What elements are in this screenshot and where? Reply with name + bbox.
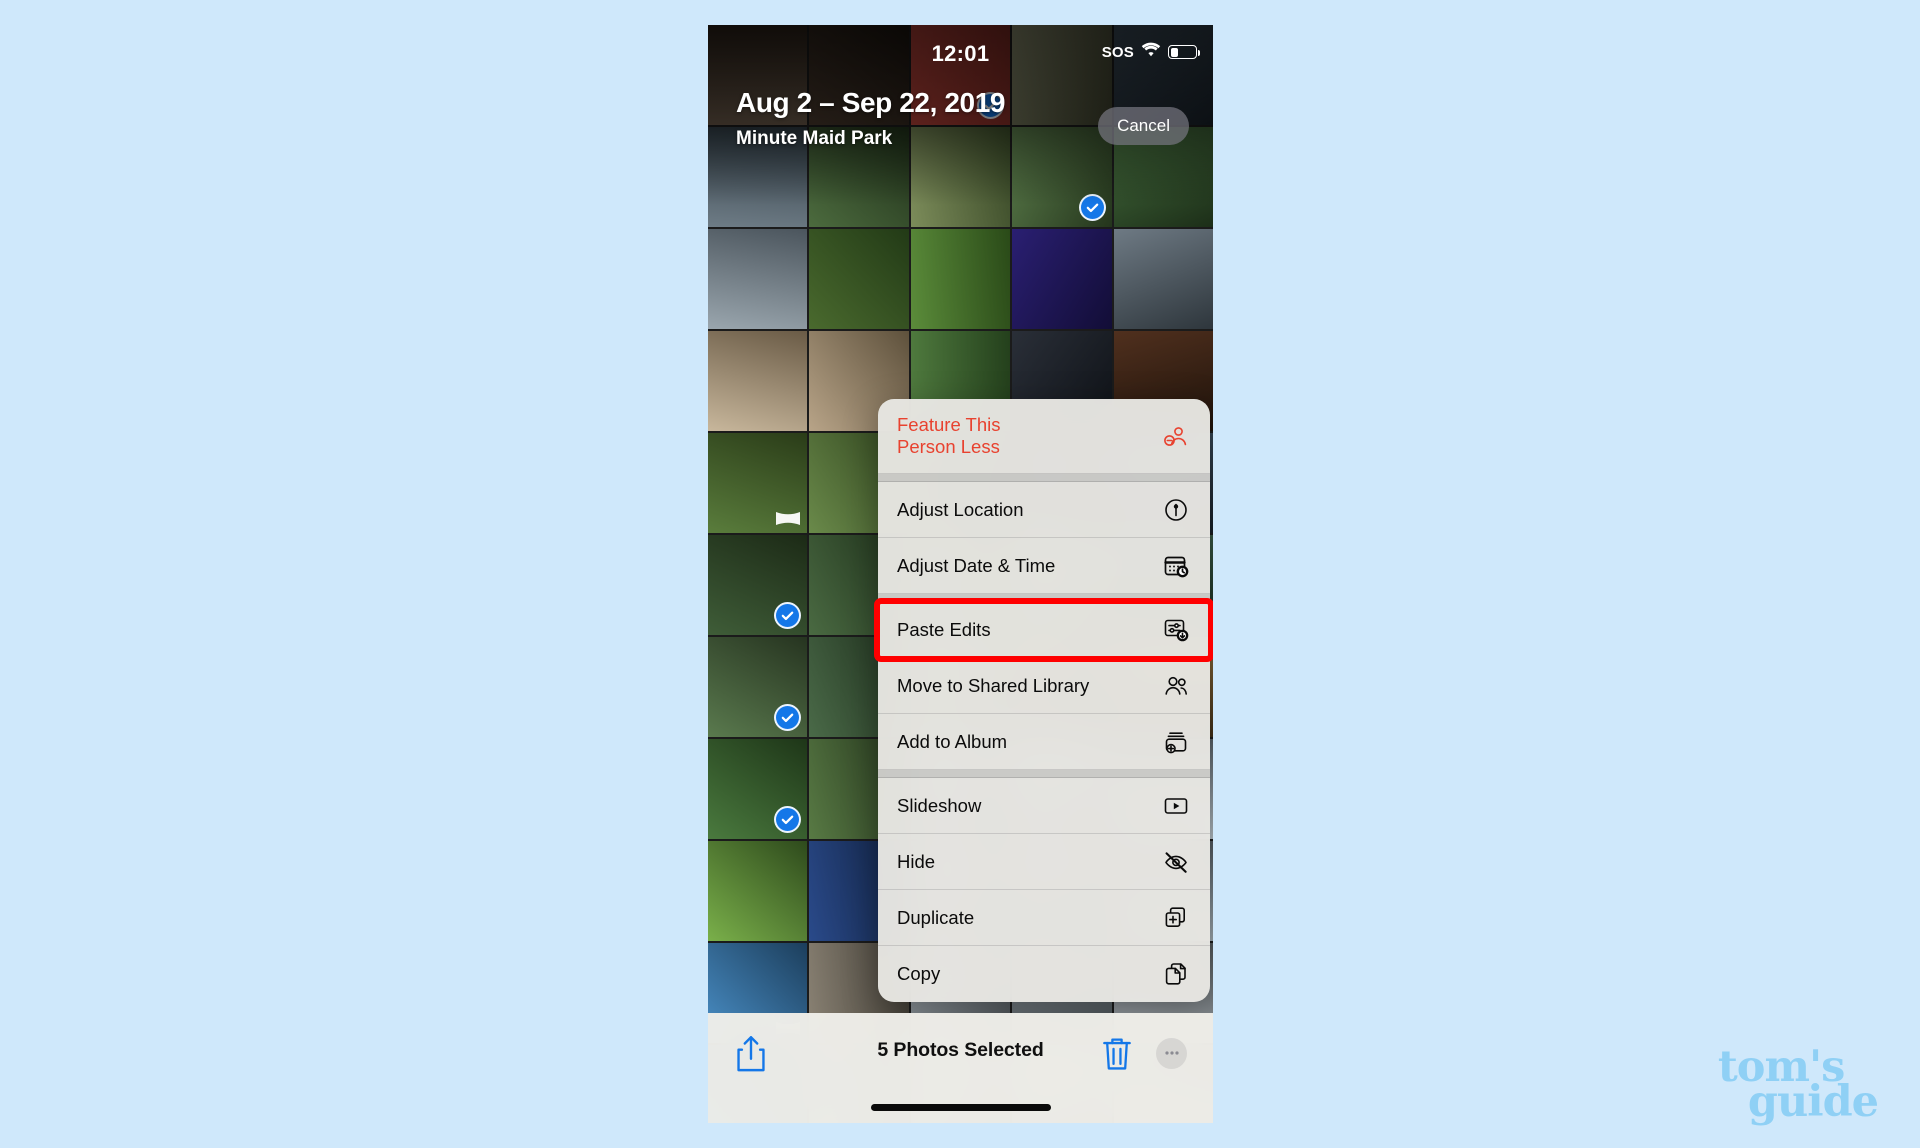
menu-item-label: Add to Album — [897, 730, 1008, 752]
album-add-icon — [1161, 727, 1191, 757]
photo-cell[interactable] — [708, 637, 808, 737]
phone-screen: 12:01 SOS Aug 2 – Sep 22, 2019 Minute Ma… — [708, 25, 1213, 1123]
status-bar: 12:01 SOS — [708, 25, 1213, 77]
menu-item-copy[interactable]: Copy — [878, 946, 1210, 1002]
menu-separator — [878, 770, 1210, 778]
menu-item-adjust-location[interactable]: Adjust Location — [878, 482, 1210, 538]
people-icon — [1161, 671, 1191, 701]
menu-item-label: Hide — [897, 850, 936, 872]
sos-label: SOS — [1101, 43, 1134, 61]
photo-cell[interactable] — [708, 739, 808, 839]
menu-item-slideshow[interactable]: Slideshow — [878, 778, 1210, 834]
menu-item-label: Feature This Person Less — [897, 414, 1001, 457]
menu-separator — [878, 594, 1210, 602]
photo-cell[interactable] — [708, 331, 808, 431]
photo-cell[interactable] — [708, 841, 808, 941]
album-header: Aug 2 – Sep 22, 2019 Minute Maid Park Ca… — [708, 87, 1213, 150]
context-menu[interactable]: Feature This Person Less Adjust Location A… — [878, 399, 1210, 1002]
toolbar-right-actions — [1102, 1035, 1187, 1071]
cancel-button[interactable]: Cancel — [1098, 107, 1189, 145]
menu-item-adjust-date-time[interactable]: Adjust Date & Time — [878, 538, 1210, 594]
selected-check-icon — [1078, 194, 1106, 221]
duplicate-icon — [1161, 903, 1191, 933]
photo-cell[interactable] — [708, 433, 808, 533]
photo-cell[interactable] — [1012, 229, 1112, 329]
photo-cell[interactable] — [910, 229, 1011, 329]
photo-cell[interactable] — [708, 535, 808, 635]
menu-item-label: Duplicate — [897, 906, 975, 928]
photo-cell[interactable] — [708, 229, 808, 329]
menu-item-paste-edits[interactable]: Paste Edits — [878, 602, 1210, 658]
home-indicator — [870, 1104, 1051, 1111]
play-rect-icon — [1161, 791, 1191, 821]
selection-toolbar: 5 Photos Selected — [708, 1013, 1213, 1123]
status-indicators: SOS — [1101, 42, 1201, 62]
menu-item-label: Paste Edits — [897, 618, 991, 640]
wifi-icon — [1141, 42, 1161, 62]
menu-item-move-to-shared-library[interactable]: Move to Shared Library — [878, 658, 1210, 714]
paste-edits-icon — [1161, 615, 1191, 645]
menu-separator — [878, 474, 1210, 482]
menu-item-hide[interactable]: Hide — [878, 834, 1210, 890]
location-pin-circle-icon — [1161, 495, 1191, 525]
menu-item-label: Adjust Location — [897, 498, 1024, 520]
photo-cell[interactable] — [809, 229, 909, 329]
watermark-toms-guide: tom's guide — [1718, 1045, 1879, 1123]
menu-item-label: Move to Shared Library — [897, 674, 1090, 696]
menu-item-add-to-album[interactable]: Add to Album — [878, 714, 1210, 770]
trash-icon[interactable] — [1102, 1035, 1132, 1071]
menu-item-label: Adjust Date & Time — [897, 554, 1056, 576]
menu-item-label: Copy — [897, 963, 941, 984]
menu-item-feature-this-person-less[interactable]: Feature This Person Less — [878, 399, 1210, 474]
menu-item-duplicate[interactable]: Duplicate — [878, 890, 1210, 946]
battery-icon — [1168, 45, 1201, 59]
menu-item-label: Slideshow — [897, 794, 982, 816]
copy-icon — [1161, 959, 1191, 989]
person-minus-icon — [1161, 421, 1191, 451]
panorama-icon — [775, 510, 801, 527]
calendar-clock-icon — [1161, 551, 1191, 581]
more-ellipsis-icon[interactable] — [1156, 1037, 1187, 1069]
eye-slash-icon — [1161, 847, 1191, 877]
photo-cell[interactable] — [1113, 229, 1213, 329]
